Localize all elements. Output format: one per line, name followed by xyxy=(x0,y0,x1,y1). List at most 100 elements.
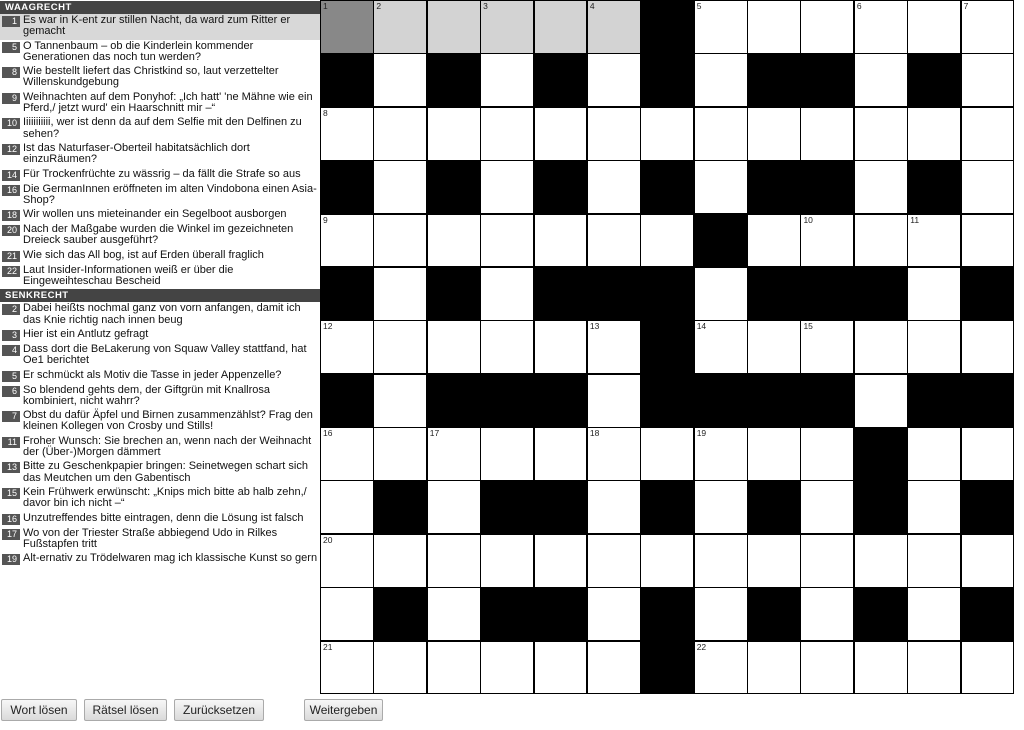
down-clue[interactable]: 5 Er schmückt als Motiv die Tasse in jede… xyxy=(0,369,320,384)
grid-cell[interactable]: 11 xyxy=(907,213,962,268)
grid-cell[interactable]: 1 xyxy=(320,0,374,54)
grid-cell[interactable] xyxy=(907,640,962,695)
grid-cell[interactable] xyxy=(747,640,801,695)
grid-cell[interactable] xyxy=(480,427,535,481)
down-clue[interactable]: 11 Froher Wunsch: Sie brechen an, wenn na… xyxy=(0,435,320,461)
grid-cell[interactable] xyxy=(586,373,641,428)
grid-cell[interactable] xyxy=(533,427,588,481)
grid-cell[interactable] xyxy=(586,160,641,215)
grid-cell[interactable] xyxy=(907,0,962,54)
grid-cell[interactable] xyxy=(747,533,801,588)
grid-cell[interactable] xyxy=(480,106,535,161)
grid-cell[interactable] xyxy=(586,640,641,695)
down-clue[interactable]: 6 So blendend gehts dem, der Giftgrün mit… xyxy=(0,384,320,410)
grid-cell[interactable] xyxy=(960,640,1015,695)
grid-cell[interactable] xyxy=(373,160,428,215)
grid-cell[interactable] xyxy=(533,0,588,54)
grid-cell[interactable] xyxy=(426,587,481,642)
grid-cell[interactable]: 16 xyxy=(320,427,374,481)
grid-cell[interactable] xyxy=(373,533,428,588)
across-clue[interactable]: 21 Wie sich das All bog, ist auf Erden üb… xyxy=(0,249,320,264)
across-clue[interactable]: 1 Es war in K-ent zur stillen Nacht, da w… xyxy=(0,14,320,40)
grid-cell[interactable] xyxy=(426,640,481,695)
grid-cell[interactable]: 7 xyxy=(960,0,1015,54)
grid-cell[interactable] xyxy=(693,480,748,535)
grid-cell[interactable] xyxy=(533,533,588,588)
across-clue[interactable]: 5O Tannenbaum – ob die Kinderlein kommen… xyxy=(0,40,320,66)
grid-cell[interactable] xyxy=(640,533,695,588)
grid-cell[interactable] xyxy=(480,533,535,588)
grid-cell[interactable] xyxy=(426,106,481,161)
grid-cell[interactable] xyxy=(426,480,481,535)
grid-cell[interactable] xyxy=(426,0,481,54)
down-clue[interactable]: 13 Bitte zu Geschenkpapier bringen: Seine… xyxy=(0,460,320,486)
grid-cell[interactable]: 13 xyxy=(586,320,641,375)
grid-cell[interactable] xyxy=(693,587,748,642)
grid-cell[interactable] xyxy=(373,640,428,695)
solve-word-button[interactable]: Wort lösen xyxy=(1,699,77,721)
grid-cell[interactable] xyxy=(907,427,962,481)
across-clue[interactable]: 20 Nach der Maßgabe wurden die Winkel im … xyxy=(0,223,320,249)
grid-cell[interactable] xyxy=(373,53,428,108)
across-clue[interactable]: 8 Wie bestellt liefert das Christkind so,… xyxy=(0,65,320,91)
grid-cell[interactable] xyxy=(800,0,855,54)
grid-cell[interactable] xyxy=(373,213,428,268)
down-clue[interactable]: 19 Alt-ernativ zu Trödelwaren mag ich kla… xyxy=(0,552,320,567)
grid-cell[interactable] xyxy=(853,533,908,588)
grid-cell[interactable] xyxy=(640,427,695,481)
down-clue[interactable]: 4 Dass dort die BeLakerung von Squaw Vall… xyxy=(0,343,320,369)
across-clue[interactable]: 16 Die GermanInnen eröffneten im alten Vi… xyxy=(0,183,320,209)
grid-cell[interactable] xyxy=(800,480,855,535)
grid-cell[interactable] xyxy=(907,480,962,535)
down-clue[interactable]: 7 Obst du dafür Äpfel und Birnen zusammen… xyxy=(0,409,320,435)
down-clue[interactable]: 15 Kein Frühwerk erwünscht: „Knips mich b… xyxy=(0,486,320,512)
grid-cell[interactable] xyxy=(693,266,748,321)
grid-cell[interactable] xyxy=(960,106,1015,161)
grid-cell[interactable] xyxy=(480,213,535,268)
grid-cell[interactable] xyxy=(800,533,855,588)
grid-cell[interactable]: 18 xyxy=(586,427,641,481)
grid-cell[interactable] xyxy=(800,106,855,161)
grid-cell[interactable] xyxy=(586,587,641,642)
across-clue[interactable]: 12 Ist das Naturfaser-Oberteil habitatsäc… xyxy=(0,142,320,168)
grid-cell[interactable]: 9 xyxy=(320,213,374,268)
grid-cell[interactable]: 19 xyxy=(693,427,748,481)
grid-cell[interactable] xyxy=(373,106,428,161)
grid-cell[interactable] xyxy=(907,266,962,321)
grid-cell[interactable] xyxy=(747,106,801,161)
grid-cell[interactable]: 15 xyxy=(800,320,855,375)
grid-cell[interactable] xyxy=(853,106,908,161)
grid-cell[interactable] xyxy=(480,160,535,215)
grid-cell[interactable]: 5 xyxy=(693,0,748,54)
reset-button[interactable]: Zurücksetzen xyxy=(174,699,264,721)
grid-cell[interactable] xyxy=(960,53,1015,108)
grid-cell[interactable]: 3 xyxy=(480,0,535,54)
grid-cell[interactable] xyxy=(640,106,695,161)
grid-cell[interactable]: 2 xyxy=(373,0,428,54)
grid-cell[interactable]: 10 xyxy=(800,213,855,268)
grid-cell[interactable]: 17 xyxy=(426,427,481,481)
grid-cell[interactable] xyxy=(853,213,908,268)
solve-puzzle-button[interactable]: Rätsel lösen xyxy=(84,699,167,721)
down-clue[interactable]: 17 Wo von der Triester Straße abbiegend U… xyxy=(0,527,320,553)
grid-cell[interactable] xyxy=(960,320,1015,375)
grid-cell[interactable] xyxy=(747,0,801,54)
grid-cell[interactable] xyxy=(533,320,588,375)
grid-cell[interactable] xyxy=(533,213,588,268)
grid-cell[interactable] xyxy=(907,106,962,161)
grid-cell[interactable] xyxy=(533,106,588,161)
grid-cell[interactable] xyxy=(373,373,428,428)
grid-cell[interactable] xyxy=(853,373,908,428)
grid-cell[interactable] xyxy=(373,427,428,481)
grid-cell[interactable] xyxy=(533,640,588,695)
grid-cell[interactable]: 21 xyxy=(320,640,374,695)
grid-cell[interactable] xyxy=(320,587,374,642)
grid-cell[interactable] xyxy=(586,533,641,588)
grid-cell[interactable] xyxy=(960,213,1015,268)
across-clue[interactable]: 14 Für Trockenfrüchte zu wässrig – da fäl… xyxy=(0,168,320,183)
grid-cell[interactable]: 22 xyxy=(693,640,748,695)
grid-cell[interactable]: 12 xyxy=(320,320,374,375)
grid-cell[interactable]: 20 xyxy=(320,533,374,588)
grid-cell[interactable] xyxy=(480,640,535,695)
grid-cell[interactable] xyxy=(907,533,962,588)
